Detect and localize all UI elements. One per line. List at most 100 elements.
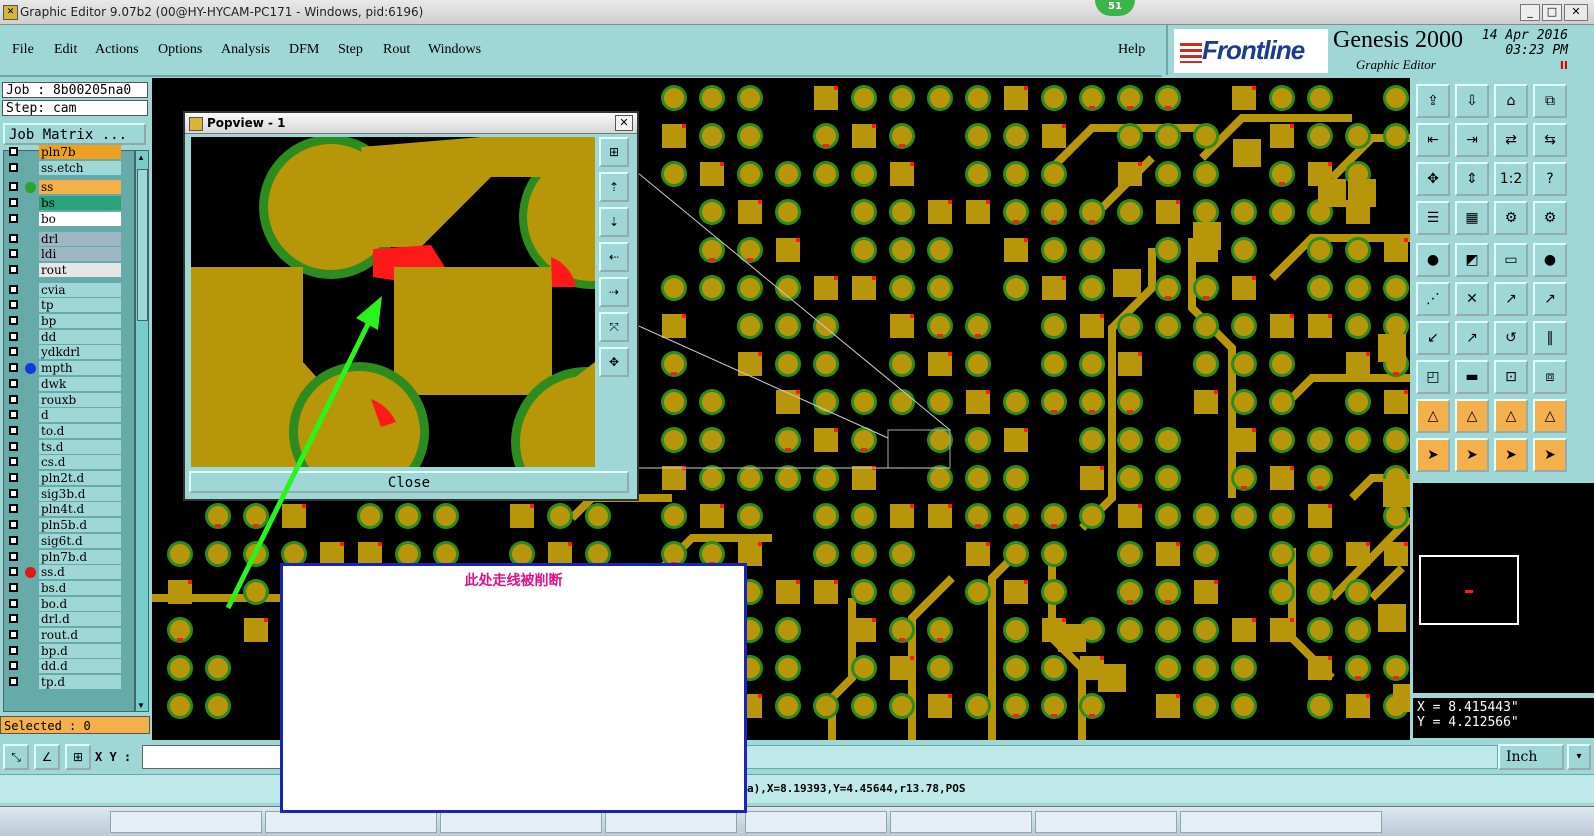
layer-row-d[interactable]: d [4, 408, 134, 423]
layer-row-bo-d[interactable]: bo.d [4, 596, 134, 612]
taskbar-item-8[interactable] [1180, 811, 1382, 833]
popview-zoom[interactable] [191, 137, 595, 467]
grid-icon[interactable]: ⊞ [65, 744, 91, 770]
layer-name[interactable]: tp [39, 298, 121, 313]
layer-row-bs-d[interactable]: bs.d [4, 580, 134, 596]
units-select[interactable]: Inch [1498, 744, 1564, 770]
layer-checkbox[interactable] [9, 147, 18, 156]
layer-checkbox[interactable] [9, 264, 18, 274]
line-right-icon[interactable]: ↗ [1455, 321, 1489, 355]
layer-checkbox[interactable] [9, 249, 18, 259]
layer-row-to-d[interactable]: to.d [4, 423, 134, 439]
layer-row-ts-d[interactable]: ts.d [4, 439, 134, 455]
layer-checkbox[interactable] [9, 630, 18, 639]
layer-checkbox[interactable] [9, 213, 18, 223]
layer-checkbox[interactable] [9, 162, 18, 172]
layer-name[interactable]: cs.d [39, 455, 121, 470]
xy-input-extension[interactable] [746, 745, 1498, 769]
connect-icon[interactable]: ⋰ [1416, 282, 1450, 316]
layer-name[interactable]: rout.d [39, 628, 121, 642]
stack-icon[interactable]: ⧈ [1533, 360, 1567, 394]
layer-name[interactable]: ss.d [39, 565, 121, 580]
align-icon[interactable]: ‖ [1533, 321, 1567, 355]
layer-row-pln7b-d[interactable]: pln7b.d [4, 549, 134, 565]
layer-name[interactable]: ss.etch [39, 160, 121, 175]
zoom-area-icon[interactable]: ⤡ [3, 744, 29, 770]
layer-row-rout[interactable]: rout [4, 262, 134, 278]
taskbar-item-4[interactable] [605, 811, 737, 833]
layer-name[interactable]: bp [39, 314, 121, 328]
layer-name[interactable]: drl.d [39, 612, 121, 627]
layer-checkbox[interactable] [9, 504, 18, 514]
fit-box-icon[interactable]: ⊡ [1494, 360, 1528, 394]
measure-icon[interactable]: ∠ [34, 744, 60, 770]
layer-name[interactable]: bs [39, 196, 121, 211]
menu-dfm[interactable]: DFM [289, 42, 319, 58]
layer-name[interactable]: d [39, 408, 121, 423]
move-in-icon[interactable]: ⇤ [1416, 123, 1450, 157]
layer-name[interactable]: bo.d [39, 596, 121, 611]
layer-name[interactable]: dd.d [39, 659, 121, 674]
filters-icon[interactable]: ⚙ [1533, 201, 1567, 235]
layer-row-drl[interactable]: drl [4, 231, 134, 247]
layer-checkbox[interactable] [9, 441, 18, 451]
menu-file[interactable]: File [12, 42, 34, 58]
line-left-icon[interactable]: ↙ [1416, 321, 1450, 355]
layer-checkbox[interactable] [9, 677, 18, 687]
layers-icon[interactable]: ⚙ [1494, 201, 1528, 235]
layer-row-dwk[interactable]: dwk [4, 376, 134, 392]
taskbar-item-6[interactable] [890, 811, 1032, 833]
taskbar-item-3[interactable] [440, 811, 602, 833]
layer-name[interactable]: pln2t.d [39, 471, 121, 485]
layer-checkbox[interactable] [9, 347, 18, 357]
menu-options[interactable]: Options [158, 42, 202, 58]
layer-name[interactable]: ss [39, 180, 121, 195]
move-out-icon[interactable]: ⇥ [1455, 123, 1489, 157]
layer-name[interactable]: bs.d [39, 580, 121, 595]
layer-row-ss[interactable]: ss [4, 180, 134, 195]
taskbar-item-2[interactable] [265, 811, 437, 833]
layer-row-pln2t-d[interactable]: pln2t.d [4, 471, 134, 486]
layer-row-bp[interactable]: bp [4, 314, 134, 329]
rotate-icon[interactable]: ↺ [1494, 321, 1528, 355]
menu-edit[interactable]: Edit [54, 42, 77, 58]
layer-checkbox[interactable] [9, 331, 18, 341]
pad-icon[interactable]: ● [1533, 243, 1567, 277]
layer-row-sig6t-d[interactable]: sig6t.d [4, 533, 134, 549]
scroll-thumb[interactable] [137, 169, 148, 321]
pointer-snap-icon[interactable]: ➤ [1533, 438, 1567, 472]
list-icon[interactable]: ☰ [1416, 201, 1450, 235]
layer-name[interactable]: ts.d [39, 439, 121, 454]
layer-checkbox[interactable] [9, 316, 18, 325]
scroll-down-icon[interactable]: ▼ [137, 701, 145, 710]
layer-row-rout-d[interactable]: rout.d [4, 628, 134, 643]
layer-checkbox[interactable] [9, 284, 18, 294]
flip-icon[interactable]: ⇆ [1533, 123, 1567, 157]
layer-name[interactable]: sig6t.d [39, 533, 121, 548]
layer-row-pln4t-d[interactable]: pln4t.d [4, 502, 134, 517]
popview-zoom-in-icon[interactable]: ⊞ [599, 137, 629, 167]
close-window-button[interactable]: ✕ [1564, 4, 1588, 21]
layer-name[interactable]: bo [39, 211, 121, 226]
layer-name[interactable]: pln7b [39, 145, 121, 159]
grid-icon[interactable]: ▦ [1455, 201, 1489, 235]
layer-name[interactable]: ydkdrl [39, 345, 121, 360]
pointer-icon[interactable]: ➤ [1416, 438, 1450, 472]
layer-name[interactable]: tp.d [39, 675, 121, 690]
layer-checkbox[interactable] [9, 233, 18, 243]
layer-row-ldi[interactable]: ldi [4, 247, 134, 262]
layer-name[interactable]: rouxb [39, 392, 121, 407]
layer-row-mpth[interactable]: mpth [4, 361, 134, 376]
warn-4-icon[interactable]: △ [1533, 399, 1567, 433]
units-dropdown-icon[interactable]: ▾ [1567, 744, 1591, 770]
taskbar-item-1[interactable] [110, 811, 262, 833]
warn-2-icon[interactable]: △ [1455, 399, 1489, 433]
layer-row-tp[interactable]: tp [4, 298, 134, 313]
popview-pan-right-icon[interactable]: ⇢ [599, 277, 629, 307]
menu-help[interactable]: Help [1118, 42, 1145, 58]
layer-scrollbar[interactable]: ▲ ▼ [135, 150, 149, 712]
layer-checkbox[interactable] [9, 582, 18, 592]
copy-icon[interactable]: ◰ [1416, 360, 1450, 394]
layer-row-cvia[interactable]: cvia [4, 282, 134, 298]
fit-icon[interactable]: ⇕ [1455, 162, 1489, 196]
